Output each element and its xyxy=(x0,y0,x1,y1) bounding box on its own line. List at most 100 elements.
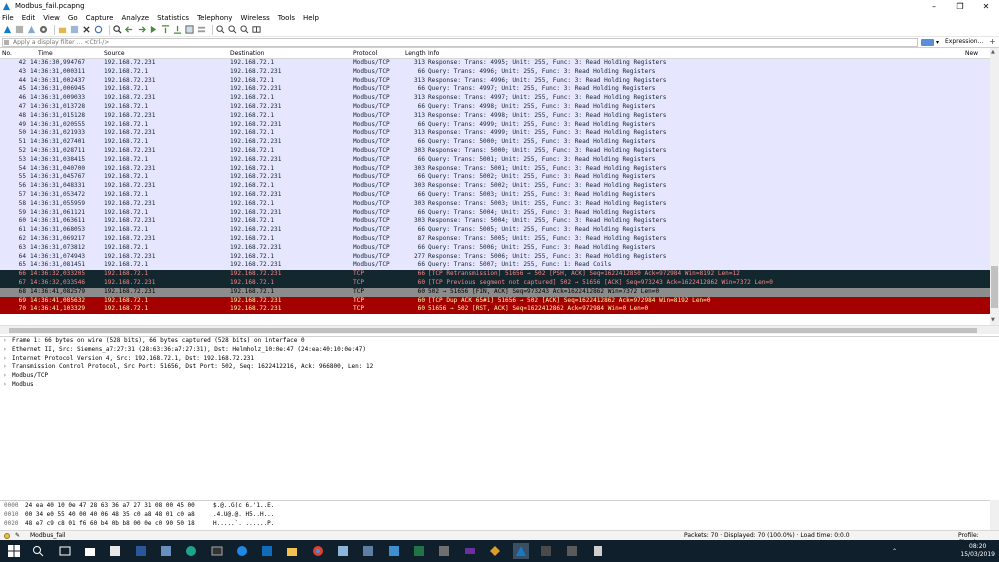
taskbar-clock[interactable]: 08:20 15/03/2019 xyxy=(960,543,995,559)
detail-tree-item[interactable]: › Modbus/TCP xyxy=(0,372,999,381)
add-filter-button[interactable]: + xyxy=(989,37,996,46)
column-destination[interactable]: Destination xyxy=(230,50,264,57)
column-time[interactable]: Time xyxy=(38,50,53,57)
outlook-icon[interactable] xyxy=(259,543,275,559)
column-length[interactable]: Length xyxy=(405,50,426,57)
expand-chevron-icon[interactable]: › xyxy=(3,355,12,364)
packet-row[interactable]: 65 14:36:31,081451 192.168.72.1 192.168.72.… xyxy=(0,261,990,271)
packet-row[interactable]: 63 14:36:31,073812 192.168.72.1 192.168.72.… xyxy=(0,243,990,253)
menu-view[interactable]: View xyxy=(43,14,60,22)
expression-button[interactable]: Expression… xyxy=(945,38,984,45)
byte-hex[interactable]: 48 e7 c9 c8 01 f6 60 b4 0b b8 00 0e c0 9… xyxy=(25,519,195,528)
packet-row[interactable]: 59 14:36:31,061121 192.168.72.1 192.168.72.… xyxy=(0,208,990,218)
byte-offset[interactable]: 0010 xyxy=(4,510,18,519)
menu-file[interactable]: File xyxy=(2,14,14,22)
packet-row[interactable]: 43 14:36:31,000311 192.168.72.1 192.168.72.… xyxy=(0,67,990,77)
packet-row[interactable]: 51 14:36:31,027401 192.168.72.1 192.168.72.… xyxy=(0,138,990,147)
app-icon[interactable] xyxy=(487,543,503,559)
save-file-icon[interactable] xyxy=(70,25,79,34)
packet-row[interactable]: 64 14:36:31,074943 192.168.72.231 192.168.7… xyxy=(0,252,990,262)
maximize-icon[interactable]: ❐ xyxy=(947,0,973,12)
app-icon[interactable] xyxy=(183,543,199,559)
photos-icon[interactable] xyxy=(158,543,174,559)
column-info[interactable]: Info xyxy=(428,50,439,57)
menu-go[interactable]: Go xyxy=(68,14,78,22)
packet-row[interactable]: 46 14:36:31,009033 192.168.72.231 192.168.7… xyxy=(0,94,990,103)
expand-chevron-icon[interactable]: › xyxy=(3,372,12,381)
word-icon[interactable] xyxy=(133,543,149,559)
byte-ascii[interactable]: $.@..G(c 6.'1..E. xyxy=(213,501,274,510)
packet-row[interactable]: 58 14:36:31,055959 192.168.72.231 192.168.7… xyxy=(0,199,990,209)
edit-comment-icon[interactable]: ✎ xyxy=(15,532,20,539)
detail-tree-item[interactable]: › Modbus xyxy=(0,381,999,390)
expand-chevron-icon[interactable]: › xyxy=(3,346,12,355)
byte-offset[interactable]: 0020 xyxy=(4,519,18,528)
menu-wireless[interactable]: Wireless xyxy=(240,14,269,22)
packet-row[interactable]: 69 14:36:41,085632 192.168.72.1 192.168.72.… xyxy=(0,296,990,306)
menu-tools[interactable]: Tools xyxy=(278,14,295,22)
apply-filter-button[interactable] xyxy=(921,39,934,46)
terminal-icon[interactable] xyxy=(209,543,225,559)
packet-row[interactable]: 56 14:36:31,048331 192.168.72.231 192.168.7… xyxy=(0,182,990,191)
menu-analyze[interactable]: Analyze xyxy=(121,14,149,22)
expand-chevron-icon[interactable]: › xyxy=(3,381,12,390)
go-forward-icon[interactable] xyxy=(137,25,146,34)
stop-capture-icon[interactable] xyxy=(15,25,24,34)
autoscroll-icon[interactable] xyxy=(185,25,194,34)
byte-hex[interactable]: 24 ea 40 10 0e 47 28 63 36 a7 27 31 08 0… xyxy=(25,501,195,510)
colorize-icon[interactable] xyxy=(197,25,206,34)
first-packet-icon[interactable] xyxy=(161,25,170,34)
packet-row[interactable]: 48 14:36:31,015128 192.168.72.231 192.168.7… xyxy=(0,111,990,121)
packet-row[interactable]: 70 14:36:41,103329 192.168.72.1 192.168.72.… xyxy=(0,305,990,315)
packet-row[interactable]: 57 14:36:31,053472 192.168.72.1 192.168.72.… xyxy=(0,190,990,200)
app-icon[interactable] xyxy=(462,543,478,559)
find-packet-icon[interactable] xyxy=(113,25,122,34)
menu-statistics[interactable]: Statistics xyxy=(157,14,189,22)
scrollbar-thumb[interactable] xyxy=(991,266,998,308)
packet-row[interactable]: 45 14:36:31,006945 192.168.72.1 192.168.72.… xyxy=(0,85,990,95)
detail-tree-item[interactable]: › Frame 1: 66 bytes on wire (528 bits), 6… xyxy=(0,337,999,346)
column-no[interactable]: No. xyxy=(2,50,12,57)
packet-row[interactable]: 66 14:36:32,033205 192.168.72.1 192.168.72.… xyxy=(0,270,990,279)
display-filter-input[interactable] xyxy=(2,38,918,47)
menu-edit[interactable]: Edit xyxy=(22,14,36,22)
packet-row[interactable]: 42 14:36:30,994767 192.168.72.231 192.168.7… xyxy=(0,59,990,68)
column-protocol[interactable]: Protocol xyxy=(353,50,377,57)
packet-row[interactable]: 55 14:36:31,045767 192.168.72.1 192.168.72.… xyxy=(0,173,990,183)
menu-capture[interactable]: Capture xyxy=(86,14,114,22)
task-view-icon[interactable] xyxy=(57,543,73,559)
packet-row[interactable]: 50 14:36:31,021933 192.168.72.231 192.168.7… xyxy=(0,129,990,139)
filter-history-chevron-icon[interactable]: ▾ xyxy=(936,39,939,46)
reload-file-icon[interactable] xyxy=(94,25,103,34)
packet-row[interactable]: 62 14:36:31,069217 192.168.72.231 192.168.7… xyxy=(0,234,990,244)
packet-row[interactable]: 67 14:36:32,033546 192.168.72.231 192.168.7… xyxy=(0,278,990,288)
app-icon[interactable] xyxy=(360,543,376,559)
minimize-icon[interactable]: – xyxy=(921,0,947,12)
zoom-in-icon[interactable] xyxy=(216,25,225,34)
windows-start-icon[interactable] xyxy=(6,543,22,559)
app-icon[interactable] xyxy=(386,543,402,559)
packet-row[interactable]: 44 14:36:31,002437 192.168.72.231 192.168.7… xyxy=(0,76,990,86)
packet-row[interactable]: 52 14:36:31,028711 192.168.72.231 192.168.7… xyxy=(0,146,990,156)
menu-telephony[interactable]: Telephony xyxy=(197,14,232,22)
detail-tree-item[interactable]: › Ethernet II, Src: Siemens_a7:27:31 (28:… xyxy=(0,346,999,355)
app-icon[interactable] xyxy=(564,543,580,559)
explorer-icon[interactable] xyxy=(284,543,300,559)
calculator-icon[interactable] xyxy=(590,543,606,559)
byte-offset[interactable]: 0000 xyxy=(4,501,18,510)
bytes-scrollbar[interactable] xyxy=(990,500,999,530)
wireshark-taskbar-icon[interactable] xyxy=(513,543,529,559)
chrome-icon[interactable] xyxy=(310,543,326,559)
edge-icon[interactable] xyxy=(234,543,250,559)
expert-info-icon[interactable] xyxy=(4,533,10,539)
go-to-packet-icon[interactable] xyxy=(149,25,158,34)
capture-options-icon[interactable] xyxy=(39,25,48,34)
byte-hex[interactable]: 00 34 e0 55 40 00 40 06 48 35 c0 a8 48 0… xyxy=(25,510,195,519)
filter-bookmark-icon[interactable] xyxy=(4,40,9,45)
detail-tree-item[interactable]: › Transmission Control Protocol, Src Port… xyxy=(0,363,999,372)
column-source[interactable]: Source xyxy=(104,50,125,57)
excel-icon[interactable] xyxy=(411,543,427,559)
app-icon[interactable] xyxy=(107,543,123,559)
store-icon[interactable] xyxy=(82,543,98,559)
close-icon[interactable]: ✕ xyxy=(973,0,999,12)
